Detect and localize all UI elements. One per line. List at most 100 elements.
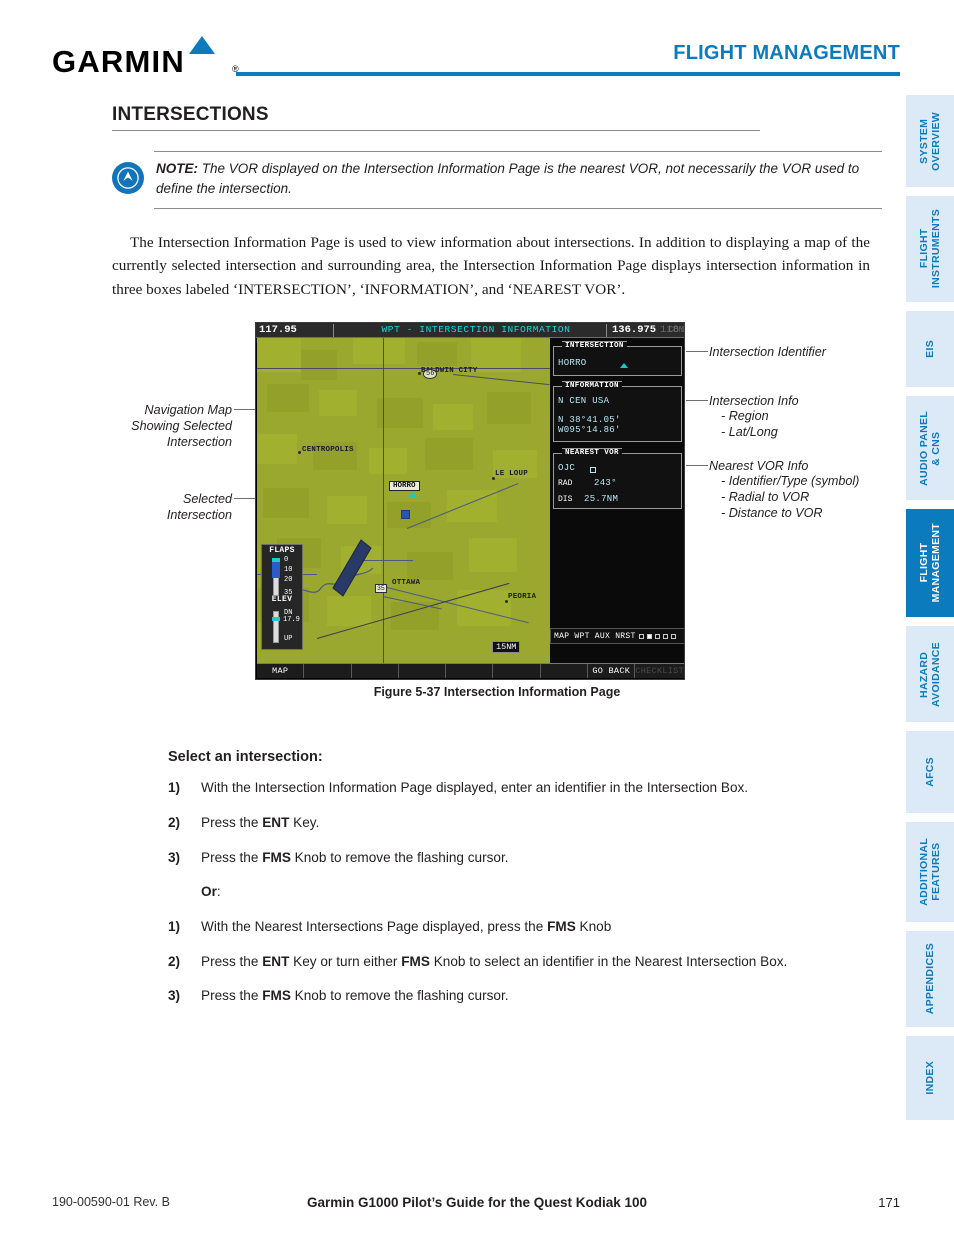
flaps-tick-20: 20 (284, 576, 293, 585)
step-primary-1: 1) With the Intersection Information Page… (168, 779, 852, 797)
page-group-indicator[interactable]: MAP WPT AUX NRST (550, 628, 684, 645)
page-group-labels: MAP WPT AUX NRST (554, 631, 636, 641)
map-label-centropolis: CENTROPOLIS (302, 446, 354, 455)
garmin-wordmark: GARMIN (52, 44, 185, 79)
section-title: INTERSECTIONS (112, 104, 269, 125)
step-number: 1) (168, 918, 181, 934)
annotation-intersection-identifier: Intersection Identifier (709, 345, 826, 360)
flaps-gauge-title: FLAPS (269, 546, 295, 556)
com2-label: COM2 (668, 325, 685, 336)
sidebar-tab-flight-instruments[interactable]: FLIGHT INSTRUMENTS (906, 196, 954, 302)
steps-heading: Select an intersection: (168, 749, 323, 766)
page-dot-1[interactable] (638, 633, 644, 639)
page-dot-5[interactable] (670, 633, 676, 639)
com1-frequency: 136.975 (612, 324, 657, 337)
header-rule (236, 72, 900, 76)
information-region-value: N CEN USA (558, 396, 610, 407)
sidebar-tab-appendices[interactable]: APPENDICES (906, 931, 954, 1027)
elev-value: 17.9 (283, 616, 300, 625)
intersection-identifier-value[interactable]: HORRO (558, 358, 587, 368)
nearest-vor-dis-label: DIS (558, 495, 573, 505)
sidebar-tab-audio-panel-cns[interactable]: AUDIO PANEL & CNS (906, 396, 954, 500)
sidebar-tab-eis[interactable]: EIS (906, 311, 954, 387)
page-dot-3[interactable] (654, 633, 660, 639)
nearest-vor-box[interactable]: NEAREST VOR OJC RAD 243° DIS 25.7NM (553, 448, 682, 510)
key-name: ENT (262, 953, 290, 969)
softkey-go-back[interactable]: GO BACK (588, 664, 636, 679)
sidebar-tab-hazard-avoidance[interactable]: HAZARD AVOIDANCE (906, 626, 954, 722)
sidebar-tab-label: INDEX (923, 1061, 936, 1095)
page-dot-2[interactable] (646, 633, 652, 639)
navigation-map[interactable]: BALDWIN CITY CENTROPOLIS LE LOUP OTTAWA … (257, 338, 550, 666)
information-box-title: INFORMATION (562, 381, 622, 391)
chapter-sidebar: SYSTEM OVERVIEW FLIGHT INSTRUMENTS EIS AUDI… (906, 95, 954, 1129)
sidebar-tab-system-overview[interactable]: SYSTEM OVERVIEW (906, 95, 954, 187)
chapter-title: FLIGHT MANAGEMENT (673, 42, 900, 64)
g1000-display: 117.95 WPT - INTERSECTION INFORMATION 13… (255, 322, 685, 681)
intersection-box[interactable]: INTERSECTION HORRO (553, 341, 682, 377)
garmin-triangle-icon (189, 36, 215, 54)
footer-page-number: 171 (878, 1195, 900, 1210)
elev-gauge-title: ELEV (271, 595, 293, 605)
annotation-navigation-map: Navigation Map Showing Selected Intersec… (131, 403, 232, 450)
step-or: Or: (168, 883, 852, 901)
step-alternate-1: 1) With the Nearest Intersections Page di… (168, 918, 852, 936)
map-range-indicator: 15NM (492, 641, 521, 654)
sidebar-tab-label: SYSTEM OVERVIEW (917, 111, 942, 171)
page-header: GARMIN ® FLIGHT MANAGEMENT (0, 0, 954, 92)
footer-document-title: Garmin G1000 Pilot’s Guide for the Quest… (306, 1195, 648, 1210)
procedure-steps: Select an intersection: 1) With the Inter… (112, 749, 852, 1005)
nav1-frequency: 117.95 (259, 324, 297, 337)
softkey-map[interactable]: MAP (257, 664, 305, 679)
step-number: 2) (168, 953, 181, 969)
step-number: 3) (168, 988, 181, 1004)
leader-line-info (686, 400, 708, 402)
step-text: With the Intersection Information Page d… (201, 780, 749, 796)
section-rule (112, 130, 760, 131)
sidebar-tab-additional-features[interactable]: ADDITIONAL FEATURES (906, 822, 954, 922)
step-alternate-2: 2) Press the ENT Key or turn either FMS K… (168, 953, 852, 971)
step-text: Press the FMS Knob to remove the flashin… (201, 849, 509, 865)
sidebar-tab-afcs[interactable]: AFCS (906, 731, 954, 813)
key-name: FMS (262, 988, 291, 1004)
topbar-divider-left (333, 324, 334, 338)
elev-up-label: UP (284, 635, 293, 644)
intersection-symbol-small-icon (620, 363, 628, 369)
sidebar-tab-label: ADDITIONAL FEATURES (917, 838, 942, 906)
step-alternate-3: 3) Press the FMS Knob to remove the flash… (168, 987, 852, 1005)
softkey-empty-2 (352, 664, 399, 679)
information-box[interactable]: INFORMATION N CEN USA N 38°41.05' W095°1… (553, 381, 682, 443)
nearest-vor-rad-label: RAD (558, 479, 573, 489)
g1000-top-bar: 117.95 WPT - INTERSECTION INFORMATION 13… (256, 323, 685, 339)
intersection-box-title: INTERSECTION (562, 341, 627, 351)
softkey-empty-4 (446, 664, 494, 679)
g1000-right-panel: INTERSECTION HORRO INFORMATION N CEN USA… (550, 338, 684, 666)
figure-intersection-information-page: Navigation Map Showing Selected Intersec… (112, 319, 882, 699)
leader-line-nav-map (234, 409, 256, 411)
flaps-tick-35: 35 (284, 589, 293, 598)
softkey-empty-6 (541, 664, 589, 679)
sidebar-tab-label: HAZARD AVOIDANCE (917, 641, 942, 707)
note-rule-bottom (154, 207, 882, 209)
flaps-elev-gauge: FLAPS 0 10 20 35 ELEV DN 17.9 UP (261, 544, 303, 651)
sidebar-tab-label: APPENDICES (923, 943, 936, 1015)
figure-caption: Figure 5-37 Intersection Information Pag… (373, 685, 621, 700)
sidebar-tab-label: FLIGHT INSTRUMENTS (917, 209, 942, 289)
sidebar-tab-index[interactable]: INDEX (906, 1036, 954, 1120)
note-body: The VOR displayed on the Intersection In… (156, 161, 860, 197)
step-number: 1) (168, 780, 181, 796)
softkey-empty-1 (304, 664, 352, 679)
sidebar-tab-flight-management[interactable]: FLIGHT MANAGEMENT (906, 509, 954, 617)
map-label-le-loup: LE LOUP (495, 470, 528, 479)
annotation-intersection-info-sub: - Region - Lat/Long (721, 409, 778, 440)
intersection-symbol-icon (409, 492, 417, 498)
page-dot-4[interactable] (662, 633, 668, 639)
intro-paragraph: The Intersection Information Page is use… (112, 233, 870, 298)
softkey-checklist[interactable]: CHECKLIST (635, 664, 684, 679)
or-label: Or (201, 884, 217, 900)
flaps-tick-0: 0 (284, 556, 289, 565)
page-footer: 190-00590-01 Rev. B Garmin G1000 Pilot’s… (0, 1195, 954, 1215)
annotation-intersection-info: Intersection Info (709, 394, 799, 409)
flaps-tick-10: 10 (284, 566, 293, 575)
key-name: ENT (262, 814, 290, 830)
